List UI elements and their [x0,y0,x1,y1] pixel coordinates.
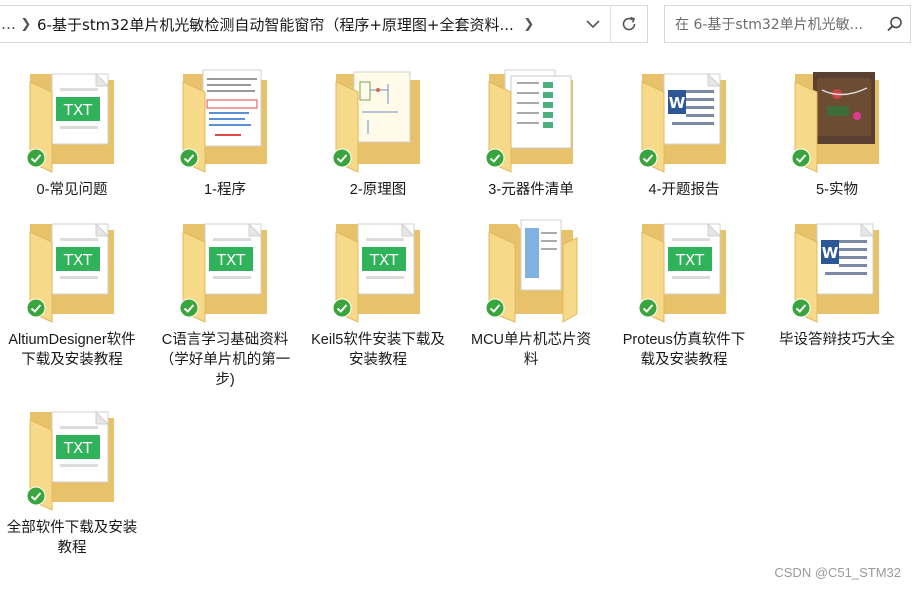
sync-check-icon [485,298,505,322]
folder-word-icon[interactable]: W [634,60,734,180]
search-input[interactable]: 在 6-基于stm32单片机光敏... [665,14,887,34]
folder-txt-icon[interactable]: TXT [328,210,428,330]
folder-item[interactable]: 1-程序 [150,60,300,200]
svg-text:W: W [669,94,686,112]
svg-text:TXT: TXT [369,251,399,269]
svg-text:TXT: TXT [63,251,93,269]
sync-check-icon [179,148,199,172]
folder-item[interactable]: TXT Keil5软件安装下载及安装教程 [303,210,453,370]
sync-check-icon [26,298,46,322]
sync-check-icon [179,298,199,322]
folder-item[interactable]: TXT Proteus仿真软件下载及安装教程 [609,210,759,370]
breadcrumb-current[interactable]: 6-基于stm32单片机光敏检测自动智能窗帘（程序+原理图+全套资料... [37,14,514,35]
sync-check-icon [791,148,811,172]
folder-txt-icon[interactable]: TXT [175,210,275,330]
folder-item[interactable]: MCU单片机芯片资料 [456,210,606,370]
folder-label[interactable]: Keil5软件安装下载及安装教程 [303,330,453,370]
folder-label[interactable]: C语言学习基础资料（学好单片机的第一步) [150,330,300,390]
svg-text:TXT: TXT [63,439,93,457]
sync-check-icon [26,148,46,172]
folder-code-doc-icon[interactable] [175,60,275,180]
folder-item[interactable]: TXT AltiumDesigner软件下载及安装教程 [0,210,147,370]
folder-label[interactable]: 全部软件下载及安装教程 [0,518,147,558]
sync-check-icon [485,148,505,172]
folder-photo-icon[interactable] [787,60,887,180]
svg-text:W: W [822,244,839,262]
folder-label[interactable]: 5-实物 [762,180,912,200]
chevron-down-icon[interactable] [575,6,611,42]
refresh-icon[interactable] [611,6,647,42]
folder-item[interactable]: 2-原理图 [303,60,453,200]
folder-txt-icon[interactable]: TXT [22,210,122,330]
folder-txt-icon[interactable]: TXT [634,210,734,330]
sync-check-icon [791,298,811,322]
folder-item[interactable]: TXT 0-常见问题 [0,60,147,200]
explorer-toolbar: … ❯ 6-基于stm32单片机光敏检测自动智能窗帘（程序+原理图+全套资料..… [0,0,913,52]
folder-label[interactable]: 4-开题报告 [609,180,759,200]
folder-item[interactable]: TXT C语言学习基础资料（学好单片机的第一步) [150,210,300,390]
folder-item[interactable]: W 毕设答辩技巧大全 [762,210,912,350]
svg-text:TXT: TXT [675,251,705,269]
folder-label[interactable]: MCU单片机芯片资料 [456,330,606,370]
address-bar[interactable]: … ❯ 6-基于stm32单片机光敏检测自动智能窗帘（程序+原理图+全套资料..… [0,5,648,43]
search-box[interactable]: 在 6-基于stm32单片机光敏... [664,5,911,43]
folder-label[interactable]: AltiumDesigner软件下载及安装教程 [0,330,147,370]
breadcrumb-chevron-icon[interactable]: ❯ [15,17,37,32]
sync-check-icon [638,298,658,322]
sync-check-icon [332,298,352,322]
watermark: CSDN @C51_STM32 [774,565,901,580]
svg-text:TXT: TXT [216,251,246,269]
folder-item[interactable]: 3-元器件清单 [456,60,606,200]
sync-check-icon [638,148,658,172]
search-icon[interactable] [886,15,904,37]
sync-check-icon [332,148,352,172]
folder-label[interactable]: 0-常见问题 [0,180,147,200]
folder-label[interactable]: Proteus仿真软件下载及安装教程 [609,330,759,370]
folder-label[interactable]: 3-元器件清单 [456,180,606,200]
sync-check-icon [26,486,46,510]
folder-label[interactable]: 毕设答辩技巧大全 [762,330,912,350]
folder-spreadsheet-icon[interactable] [481,60,581,180]
folder-schematic-icon[interactable] [328,60,428,180]
folder-txt-icon[interactable]: TXT [22,398,122,518]
folder-label[interactable]: 1-程序 [150,180,300,200]
folder-docs-icon[interactable] [481,210,581,330]
svg-text:TXT: TXT [63,101,93,119]
folder-label[interactable]: 2-原理图 [303,180,453,200]
folder-txt-icon[interactable]: TXT [22,60,122,180]
folder-word-icon[interactable]: W [787,210,887,330]
breadcrumb-chevron-icon[interactable]: ❯ [514,17,544,32]
folder-item[interactable]: TXT 全部软件下载及安装教程 [0,398,147,558]
folder-item[interactable]: 5-实物 [762,60,912,200]
folder-item[interactable]: W 4-开题报告 [609,60,759,200]
address-ellipsis[interactable]: … [0,15,16,33]
